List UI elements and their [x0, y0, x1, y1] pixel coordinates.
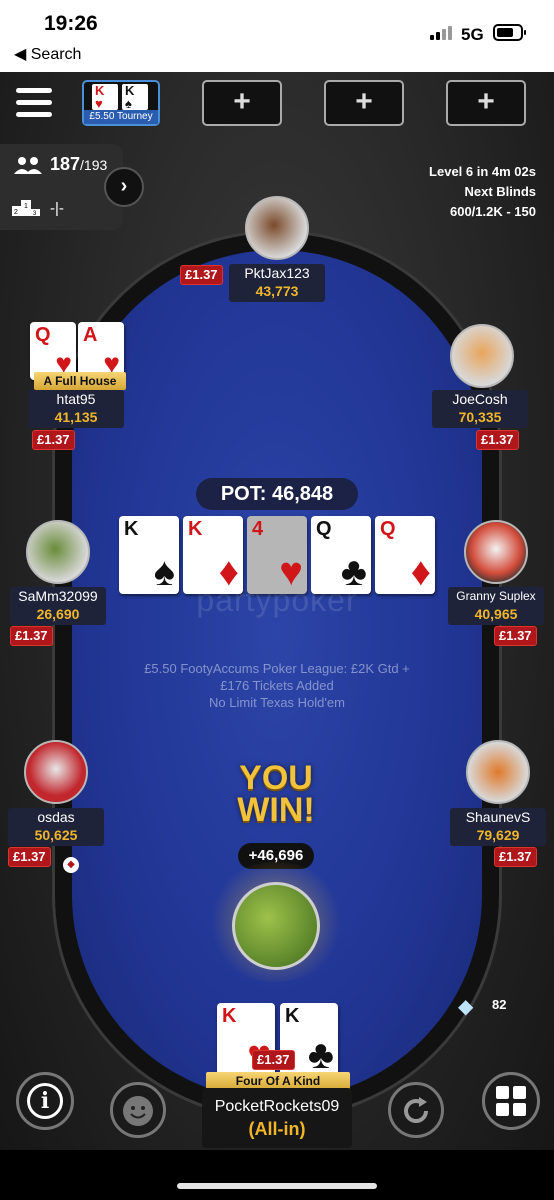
player-plate-left3: osdas 50,625 [8, 808, 104, 846]
status-bar: 19:26 ◀ Search 5G [0, 0, 554, 72]
player-plate-left1: htat95 41,135 [28, 390, 124, 428]
player-rank: -|- [50, 200, 64, 217]
chevron-right-icon[interactable]: › [104, 167, 144, 207]
player-avatar-right1[interactable] [450, 324, 514, 388]
clock: 19:26 [44, 12, 98, 35]
players-remaining: 187/193 [50, 154, 108, 174]
svg-text:1: 1 [24, 203, 28, 210]
player-stack: 50,625 [34, 827, 78, 843]
board-card-4: Q ♣ [311, 516, 371, 594]
player-stack: 79,629 [476, 827, 520, 843]
signal-icon [430, 26, 454, 40]
info-icon: i [27, 1083, 63, 1119]
diamond-count: 82 [492, 997, 507, 1012]
hero-bet: £1.37 [252, 1050, 295, 1070]
player-avatar-left2[interactable] [26, 520, 90, 584]
add-table-button-2[interactable]: + [324, 80, 404, 126]
add-table-button-1[interactable]: + [202, 80, 282, 126]
player-name: htat95 [56, 391, 96, 407]
diamond-icon: ◆ [458, 996, 474, 1018]
player-stack: 41,135 [54, 409, 98, 425]
you-win-banner: YOU WIN! [237, 759, 315, 829]
player-stack: 26,690 [36, 606, 80, 622]
player-bet-left2: £1.37 [10, 626, 53, 646]
next-blinds-label: Next Blinds [464, 184, 536, 199]
hero-plate: PocketRockets09 (All-in) [202, 1088, 352, 1148]
grid-icon [496, 1086, 526, 1116]
player-name: PktJax123 [244, 265, 310, 281]
blinds-info: Level 6 in 4m 02s Next Blinds 600/1.2K -… [429, 162, 536, 222]
player-plate-right1: JoeCosh 70,335 [432, 390, 528, 428]
player-avatar-top[interactable] [245, 196, 309, 260]
add-table-button-3[interactable]: + [446, 80, 526, 126]
player-name: ShaunevS [465, 809, 531, 825]
player-plate-top: PktJax123 43,773 [229, 264, 325, 302]
pot-display: POT: 46,848 [196, 478, 358, 510]
tab-tourney-label: £5.50 Tourney [84, 110, 158, 124]
player-plate-right2: Granny Suplex 40,965 [448, 587, 544, 625]
smiley-icon [123, 1096, 153, 1126]
table-description: £5.50 FootyAccums Poker League: £2K Gtd … [144, 661, 410, 710]
menu-icon[interactable] [16, 88, 52, 118]
player-bet-right2: £1.37 [494, 626, 537, 646]
home-indicator[interactable] [177, 1183, 377, 1189]
board-card-2: K ♦ [183, 516, 243, 594]
next-blinds-value: 600/1.2K - 150 [449, 204, 536, 219]
board-card-3: 4 ♥ [247, 516, 307, 594]
hero-avatar[interactable] [232, 882, 320, 970]
player-plate-left2: SaMm32099 26,690 [10, 587, 106, 625]
player-avatar-right2[interactable] [464, 520, 528, 584]
network-type: 5G [461, 25, 484, 44]
back-to-search-link[interactable]: ◀ Search [14, 44, 81, 64]
emoji-button[interactable] [110, 1082, 166, 1138]
player-name: osdas [37, 809, 75, 825]
player-bet-left1: £1.37 [32, 430, 75, 450]
players-total: /193 [80, 157, 108, 173]
refresh-icon [404, 1097, 428, 1123]
tab-tourney[interactable]: K ♥ K ♠ £5.50 Tourney [82, 80, 160, 126]
player-stack: 70,335 [458, 409, 502, 425]
people-icon [14, 156, 42, 179]
player-bet-left3: £1.37 [8, 847, 51, 867]
hand-rank-badge-left1: A Full House [34, 372, 126, 390]
player-name: JoeCosh [452, 391, 508, 407]
info-button[interactable]: i [16, 1072, 74, 1130]
tab-card-2: K ♠ [122, 84, 148, 110]
player-stack: 40,965 [474, 606, 518, 622]
player-avatar-right3[interactable] [466, 740, 530, 804]
battery-icon [493, 24, 526, 41]
player-bet-right1: £1.37 [476, 430, 519, 450]
hero-name: PocketRockets09 [214, 1098, 340, 1115]
podium-icon: 213 [12, 198, 42, 218]
hero-status: (All-in) [248, 1119, 306, 1139]
dealer-chip-icon: ◆ [63, 857, 79, 873]
bottom-bar [0, 1150, 554, 1200]
svg-text:2: 2 [14, 209, 18, 216]
level-timer: Level 6 in 4m 02s [429, 164, 536, 179]
player-avatar-left3[interactable] [24, 740, 88, 804]
player-bet-right3: £1.37 [494, 847, 537, 867]
rebuy-button[interactable] [388, 1082, 444, 1138]
board-card-1: K ♠ [119, 516, 179, 594]
board-card-5: Q ♦ [375, 516, 435, 594]
tab-card-1: K ♥ [92, 84, 118, 110]
player-name: Granny Suplex [456, 589, 536, 603]
lobby-button[interactable] [482, 1072, 540, 1130]
player-stack: 43,773 [255, 283, 299, 299]
player-plate-right3: ShaunevS 79,629 [450, 808, 546, 846]
player-bet-top: £1.37 [180, 265, 223, 285]
player-name: SaMm32099 [18, 588, 98, 604]
